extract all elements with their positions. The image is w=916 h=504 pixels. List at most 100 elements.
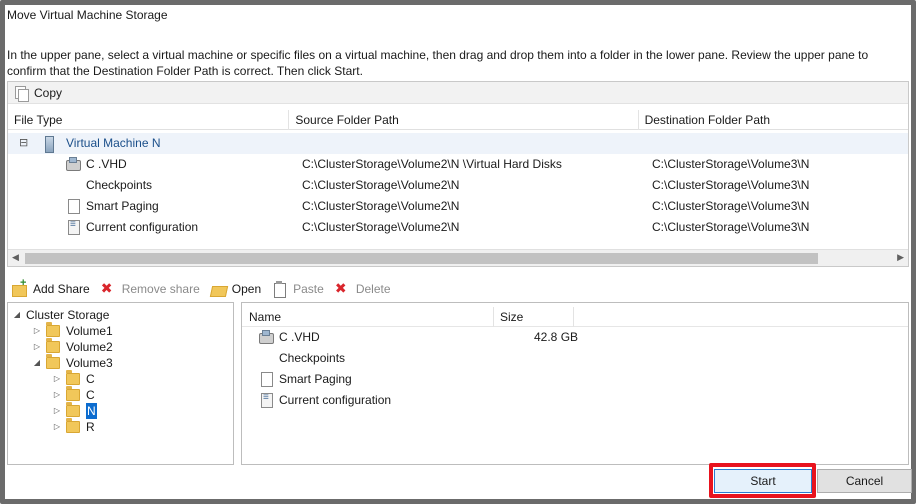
source-path-cell: C:\ClusterStorage\Volume2\N — [302, 199, 460, 213]
delete-button[interactable]: Delete — [334, 280, 391, 297]
table-row[interactable]: C .VHD C:\ClusterStorage\Volume2\N \Virt… — [8, 154, 908, 175]
collapsed-arrow-icon[interactable]: ▷ — [52, 403, 62, 419]
file-type-cell: Current configuration — [86, 220, 199, 234]
tree-item-cluster-storage[interactable]: ◢ Cluster Storage — [12, 307, 109, 323]
vm-row[interactable]: ⊟ Virtual Machine N — [8, 133, 908, 154]
tree-label: Cluster Storage — [26, 308, 110, 322]
destination-path-cell: C:\ClusterStorage\Volume3\N — [652, 157, 810, 171]
column-name[interactable]: Name — [242, 307, 494, 327]
file-name: Smart Paging — [279, 372, 352, 386]
tree-label: Volume1 — [66, 324, 113, 338]
list-item[interactable]: Checkpoints — [242, 348, 908, 369]
file-list-header: Name Size — [242, 307, 908, 327]
folder-icon — [46, 338, 60, 353]
folder-icon — [66, 402, 80, 417]
remove-share-label: Remove share — [121, 282, 200, 296]
tree-item-folder-selected[interactable]: ▷ N — [52, 402, 97, 419]
tree-label: C — [86, 372, 95, 386]
list-item[interactable]: Current configuration — [242, 390, 908, 411]
page-icon — [258, 371, 274, 387]
destination-path-cell: C:\ClusterStorage\Volume3\N — [652, 178, 810, 192]
source-path-cell: C:\ClusterStorage\Volume2\N \Virtual Har… — [302, 157, 562, 171]
file-type-cell: C .VHD — [86, 157, 127, 171]
collapsed-arrow-icon[interactable]: ▷ — [32, 323, 42, 339]
tree-item-volume2[interactable]: ▷ Volume2 — [32, 338, 113, 355]
dialog-window: Move Virtual Machine Storage In the uppe… — [0, 0, 916, 504]
tree-label: N — [86, 403, 97, 419]
expanded-arrow-icon[interactable]: ◢ — [32, 355, 42, 371]
paste-label: Paste — [293, 282, 324, 296]
start-button[interactable]: Start — [714, 469, 812, 493]
virtual-machine-icon — [41, 136, 57, 153]
upper-grid-header: File Type Source Folder Path Destination… — [8, 110, 908, 130]
column-destination-folder-path[interactable]: Destination Folder Path — [639, 110, 908, 130]
delete-label: Delete — [355, 282, 391, 296]
instructions-text: In the upper pane, select a virtual mach… — [7, 48, 869, 78]
horizontal-scrollbar[interactable]: ◀ ▶ — [8, 249, 908, 266]
tree-item-folder[interactable]: ▷ C — [52, 386, 95, 403]
file-name: Checkpoints — [279, 351, 346, 365]
folder-icon — [46, 354, 60, 369]
collapsed-arrow-icon[interactable]: ▷ — [52, 387, 62, 403]
tree-label: Volume2 — [66, 340, 113, 354]
expanded-arrow-icon[interactable]: ◢ — [12, 307, 22, 323]
scroll-left-icon[interactable]: ◀ — [12, 252, 19, 263]
add-share-icon — [11, 277, 27, 297]
table-row[interactable]: Current configuration C:\ClusterStorage\… — [8, 217, 908, 238]
scrollbar-thumb[interactable] — [25, 253, 818, 264]
add-share-button[interactable]: Add Share — [11, 277, 90, 297]
tree-item-folder[interactable]: ▷ C — [52, 370, 95, 387]
collapsed-arrow-icon[interactable]: ▷ — [32, 339, 42, 355]
upper-pane: Copy File Type Source Folder Path Destin… — [7, 81, 909, 267]
tree-item-volume1[interactable]: ▷ Volume1 — [32, 322, 113, 339]
page-icon — [65, 198, 81, 214]
destination-path-cell: C:\ClusterStorage\Volume3\N — [652, 220, 810, 234]
list-item[interactable]: Smart Paging — [242, 369, 908, 390]
column-file-type[interactable]: File Type — [8, 110, 290, 130]
destination-path-cell: C:\ClusterStorage\Volume3\N — [652, 199, 810, 213]
table-row[interactable]: Checkpoints C:\ClusterStorage\Volume2\N … — [8, 175, 908, 196]
source-path-cell: C:\ClusterStorage\Volume2\N — [302, 178, 460, 192]
collapse-icon[interactable]: ⊟ — [19, 133, 28, 154]
folder-tree[interactable]: ◢ Cluster Storage ▷ Volume1 ▷ Volume2 ◢ … — [7, 302, 234, 465]
collapsed-arrow-icon[interactable]: ▷ — [52, 371, 62, 387]
column-source-folder-path[interactable]: Source Folder Path — [289, 110, 639, 130]
disk-icon — [65, 156, 81, 172]
tree-label: R — [86, 420, 95, 434]
tree-item-folder[interactable]: ▷ R — [52, 418, 95, 435]
list-item[interactable]: C .VHD 42.8 GB — [242, 327, 908, 348]
delete-icon — [334, 280, 350, 297]
vm-name: Virtual Machine N — [66, 136, 161, 150]
file-list[interactable]: Name Size C .VHD 42.8 GB Checkpoints Sma… — [241, 302, 909, 465]
scroll-right-icon[interactable]: ▶ — [897, 252, 904, 263]
folder-icon — [46, 322, 60, 337]
upper-toolbar: Copy — [8, 82, 908, 104]
tree-item-volume3[interactable]: ◢ Volume3 — [32, 354, 113, 371]
remove-share-button[interactable]: Remove share — [100, 280, 200, 297]
add-share-label: Add Share — [33, 282, 90, 296]
cancel-button[interactable]: Cancel — [817, 469, 912, 493]
column-size[interactable]: Size — [494, 307, 574, 327]
open-folder-icon — [210, 281, 226, 297]
paste-icon — [271, 281, 287, 298]
file-size: 42.8 GB — [534, 330, 579, 344]
copy-button[interactable]: Copy — [12, 85, 63, 102]
disk-icon — [258, 329, 274, 345]
collapsed-arrow-icon[interactable]: ▷ — [52, 419, 62, 435]
table-row[interactable]: Smart Paging C:\ClusterStorage\Volume2\N… — [8, 196, 908, 217]
folder-icon — [66, 370, 80, 385]
remove-icon — [100, 280, 116, 297]
window-title: Move Virtual Machine Storage — [7, 8, 168, 22]
config-icon — [258, 392, 274, 408]
file-name: C .VHD — [279, 330, 320, 344]
copy-icon — [12, 85, 29, 102]
config-icon — [65, 219, 81, 235]
paste-button[interactable]: Paste — [271, 281, 324, 298]
tree-label: C — [86, 388, 95, 402]
tree-label: Volume3 — [66, 356, 113, 370]
open-button[interactable]: Open — [210, 281, 261, 297]
copy-label: Copy — [34, 85, 63, 100]
file-type-cell: Checkpoints — [86, 178, 153, 192]
folder-icon — [66, 386, 80, 401]
open-label: Open — [231, 282, 262, 296]
